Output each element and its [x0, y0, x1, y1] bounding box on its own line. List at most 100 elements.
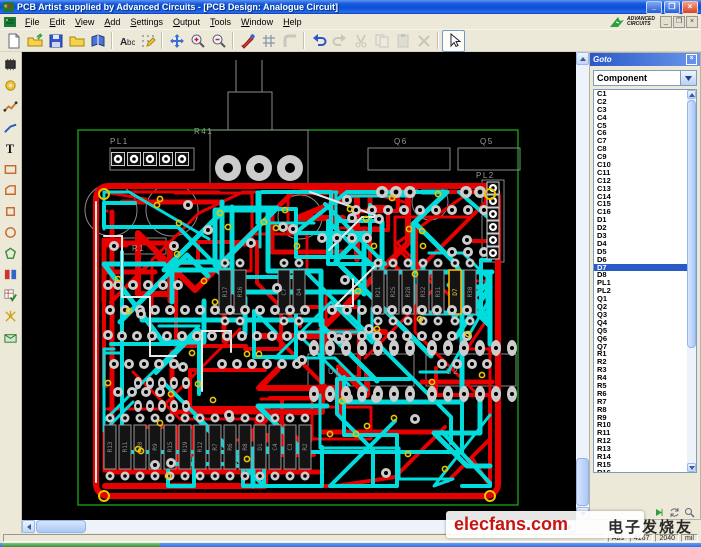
close-button[interactable]: × [682, 1, 698, 14]
goto-list-scrollbar[interactable] [687, 90, 696, 472]
toolbar-open-button[interactable] [24, 31, 45, 51]
goto-list-item-q4[interactable]: Q4 [594, 319, 696, 327]
menu-item-help[interactable]: Help [278, 16, 307, 28]
hscroll-thumb[interactable] [36, 520, 86, 533]
goto-list-item-c7[interactable]: C7 [594, 137, 696, 145]
toolbar-delete-button[interactable] [413, 31, 434, 51]
tool-connections-button[interactable] [1, 307, 20, 326]
tool-shape-button[interactable] [1, 181, 20, 200]
goto-search-icon[interactable] [684, 505, 695, 516]
tool-shape-line-button[interactable] [1, 118, 20, 137]
menu-item-file[interactable]: File [20, 16, 45, 28]
toolbar-colors-button[interactable] [237, 31, 258, 51]
goto-list-item-c5[interactable]: C5 [594, 122, 696, 130]
tool-symbol-button[interactable] [1, 265, 20, 284]
menu-item-tools[interactable]: Tools [205, 16, 236, 28]
goto-list-item-c1[interactable]: C1 [594, 90, 696, 98]
goto-panel-header[interactable]: Goto × [590, 53, 700, 66]
goto-run-icon[interactable] [654, 505, 665, 516]
toolbar-zoom-out-button[interactable] [208, 31, 229, 51]
toolbar-zoom-in-button[interactable] [187, 31, 208, 51]
goto-list-item-d5[interactable]: D5 [594, 248, 696, 256]
tool-ellipse-button[interactable] [1, 223, 20, 242]
goto-list-item-q7[interactable]: Q7 [594, 343, 696, 351]
goto-refresh-icon[interactable] [669, 505, 680, 516]
goto-list-item-d6[interactable]: D6 [594, 256, 696, 264]
goto-type-select[interactable]: Component [593, 70, 697, 86]
menu-item-add[interactable]: Add [99, 16, 125, 28]
scroll-left-button[interactable] [22, 520, 35, 533]
goto-list-item-r3[interactable]: R3 [594, 366, 696, 374]
pcb-canvas[interactable]: R17R16C7D4R21R25R28R32R31D7R30R13R11R10R… [22, 52, 576, 520]
goto-list-item-r4[interactable]: R4 [594, 374, 696, 382]
toolbar-paste-button[interactable] [392, 31, 413, 51]
goto-list-item-c6[interactable]: C6 [594, 129, 696, 137]
toolbar-save-button[interactable] [45, 31, 66, 51]
toolbar-corner-button[interactable] [279, 31, 300, 51]
scroll-up-button[interactable] [576, 52, 589, 65]
toolbar-copy-button[interactable] [371, 31, 392, 51]
toolbar-folder-button[interactable] [66, 31, 87, 51]
goto-list-item-r8[interactable]: R8 [594, 406, 696, 414]
goto-list-item-c2[interactable]: C2 [594, 98, 696, 106]
menu-item-edit[interactable]: Edit [45, 16, 71, 28]
menu-item-output[interactable]: Output [168, 16, 205, 28]
goto-list-item-r16[interactable]: R16 [594, 469, 696, 473]
tool-track-button[interactable] [1, 97, 20, 116]
goto-list-item-q5[interactable]: Q5 [594, 327, 696, 335]
chevron-down-icon[interactable] [680, 71, 696, 85]
goto-list-item-q3[interactable]: Q3 [594, 311, 696, 319]
goto-component-list[interactable]: C1C2C3C4C5C6C7C8C9C10C11C12C13C14C15C16D… [593, 89, 697, 473]
toolbar-library-button[interactable] [87, 31, 108, 51]
scroll-down-button[interactable] [576, 507, 589, 520]
canvas-hscrollbar[interactable] [22, 520, 576, 533]
toolbar-select-pointer-button[interactable] [442, 30, 465, 52]
toolbar-pan-button[interactable] [166, 31, 187, 51]
scroll-right-button[interactable] [563, 520, 576, 533]
tool-text-tool-button[interactable]: T [1, 139, 20, 158]
toolbar-grid-button[interactable] [258, 31, 279, 51]
goto-list-item-pl2[interactable]: PL2 [594, 287, 696, 295]
goto-list-item-r6[interactable]: R6 [594, 390, 696, 398]
mdi-close-button[interactable]: × [686, 16, 698, 28]
goto-list-item-q6[interactable]: Q6 [594, 335, 696, 343]
goto-list-item-q1[interactable]: Q1 [594, 295, 696, 303]
menu-item-window[interactable]: Window [236, 16, 278, 28]
goto-list-item-r5[interactable]: R5 [594, 382, 696, 390]
tool-rectangle-button[interactable] [1, 160, 20, 179]
toolbar-design-grid-button[interactable] [137, 31, 158, 51]
goto-list-item-q2[interactable]: Q2 [594, 303, 696, 311]
goto-list-item-c3[interactable]: C3 [594, 106, 696, 114]
tool-import-button[interactable] [1, 328, 20, 347]
toolbar-new-button[interactable] [3, 31, 24, 51]
tool-design-check-button[interactable] [1, 286, 20, 305]
goto-list-item-c8[interactable]: C8 [594, 145, 696, 153]
goto-list-item-d1[interactable]: D1 [594, 216, 696, 224]
goto-list-item-d2[interactable]: D2 [594, 224, 696, 232]
goto-list-item-c4[interactable]: C4 [594, 114, 696, 122]
toolbar-redo-button[interactable] [329, 31, 350, 51]
restore-button[interactable]: ❐ [664, 1, 680, 14]
menu-item-settings[interactable]: Settings [125, 16, 168, 28]
tool-polygon-button[interactable] [1, 244, 20, 263]
tool-component-button[interactable] [1, 55, 20, 74]
list-scroll-down-button[interactable] [687, 463, 696, 472]
goto-close-icon[interactable]: × [686, 54, 697, 65]
mdi-restore-button[interactable]: ❐ [673, 16, 685, 28]
goto-list-item-d4[interactable]: D4 [594, 240, 696, 248]
goto-list-item-d3[interactable]: D3 [594, 232, 696, 240]
tool-pad-button[interactable] [1, 76, 20, 95]
vscroll-thumb[interactable] [576, 458, 589, 506]
toolbar-undo-button[interactable] [308, 31, 329, 51]
goto-list-item-r1[interactable]: R1 [594, 350, 696, 358]
list-scroll-up-button[interactable] [687, 90, 696, 99]
list-scroll-thumb[interactable] [687, 100, 696, 348]
goto-list-item-r2[interactable]: R2 [594, 358, 696, 366]
goto-list-item-d7[interactable]: D7 [594, 264, 696, 272]
mdi-minimize-button[interactable]: _ [660, 16, 672, 28]
canvas-vscrollbar[interactable] [576, 52, 589, 520]
minimize-button[interactable]: _ [646, 1, 662, 14]
tool-square-button[interactable] [1, 202, 20, 221]
toolbar-cut-button[interactable] [350, 31, 371, 51]
menu-item-view[interactable]: View [70, 16, 99, 28]
